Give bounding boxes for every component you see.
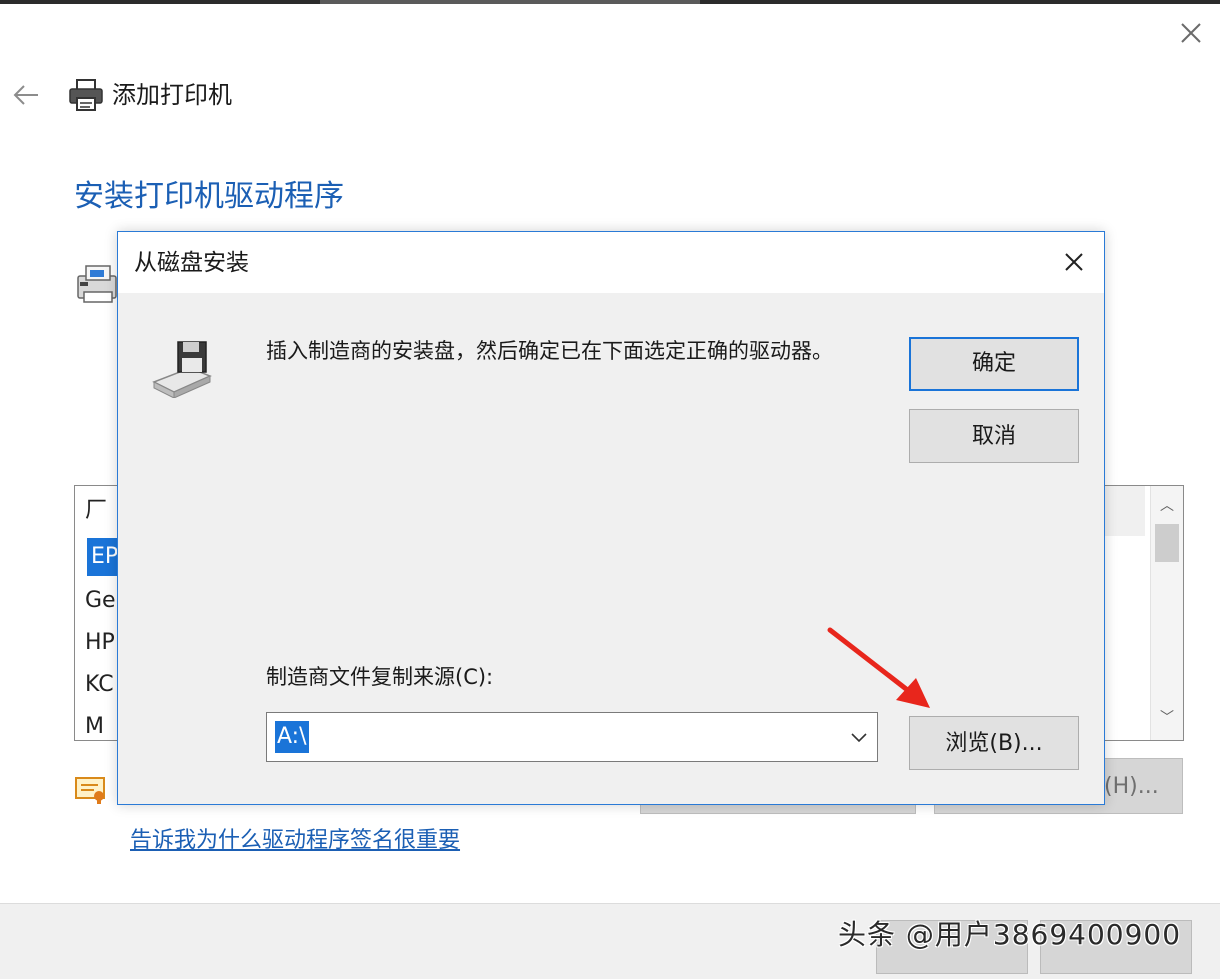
- top-edge-highlight: [320, 0, 700, 4]
- list-item[interactable]: HP: [85, 624, 115, 662]
- wizard-title: 添加打印机: [112, 81, 232, 109]
- dialog-close-icon[interactable]: [1058, 246, 1090, 278]
- list-column-header: [1105, 486, 1145, 536]
- have-disk-button-label: (H)...: [1104, 774, 1159, 799]
- list-item[interactable]: 厂: [85, 492, 107, 530]
- printer-device-icon: [77, 265, 117, 303]
- browse-button[interactable]: 浏览(B)...: [909, 716, 1079, 770]
- annotation-arrow-icon: [827, 627, 930, 708]
- list-item[interactable]: Ge: [85, 582, 116, 620]
- ok-button[interactable]: 确定: [909, 337, 1079, 391]
- certificate-icon: [75, 777, 105, 804]
- section-title: 安装打印机驱动程序: [74, 179, 344, 214]
- scroll-down-icon[interactable]: ﹀: [1155, 708, 1179, 728]
- watermark: 头条 @用户3869400900: [838, 918, 1182, 951]
- scroll-up-icon[interactable]: ︿: [1155, 496, 1179, 516]
- back-arrow-icon[interactable]: [10, 80, 42, 110]
- list-item-selected[interactable]: EP: [87, 538, 121, 576]
- dialog-title: 从磁盘安装: [134, 250, 249, 276]
- dialog-message: 插入制造商的安装盘，然后确定已在下面选定正确的驱动器。: [266, 339, 833, 363]
- source-path-value[interactable]: A:\: [275, 721, 309, 753]
- list-scrollbar[interactable]: ︿ ﹀: [1150, 486, 1183, 740]
- install-from-disk-dialog: 从磁盘安装 插入制造商的安装盘，然后确定已在下面选定正确的驱动器。 确定 取消 …: [117, 231, 1105, 805]
- list-item[interactable]: M: [85, 708, 104, 740]
- list-item[interactable]: KC: [85, 666, 114, 704]
- source-label: 制造商文件复制来源(C):: [266, 665, 494, 689]
- window-close-icon[interactable]: [1176, 18, 1206, 48]
- cancel-button[interactable]: 取消: [909, 409, 1079, 463]
- printer-icon: [69, 79, 103, 111]
- source-path-combobox[interactable]: A:\: [266, 712, 878, 762]
- screen-top-edge: [0, 0, 1220, 4]
- driver-signing-link[interactable]: 告诉我为什么驱动程序签名很重要: [130, 822, 460, 854]
- dialog-titlebar: 从磁盘安装: [118, 232, 1104, 293]
- chevron-down-icon[interactable]: [849, 727, 869, 747]
- scroll-thumb[interactable]: [1155, 524, 1179, 562]
- floppy-drive-icon: [152, 341, 212, 398]
